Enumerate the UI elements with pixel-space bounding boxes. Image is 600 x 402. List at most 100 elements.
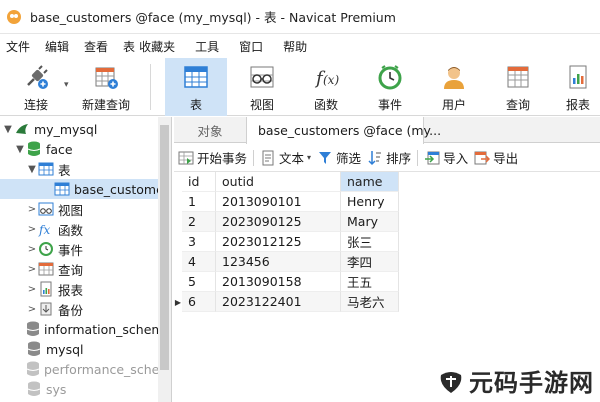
tree-item-base-customers[interactable]: base_customers [0, 179, 171, 199]
query-button[interactable]: 查询 [488, 58, 548, 116]
scrollbar-thumb[interactable] [160, 125, 169, 370]
report-button[interactable]: 报表 [556, 58, 600, 116]
tree-item-my-mysql[interactable]: ▼ my_mysql [0, 119, 160, 139]
view-button[interactable]: 视图 [232, 58, 292, 116]
column-header-name[interactable]: name [341, 172, 399, 192]
tree-item-information-schema[interactable]: information_schema [0, 319, 171, 339]
cell-outid[interactable]: 2023012125 [216, 232, 341, 252]
tree-arrow[interactable]: ▼ [26, 164, 38, 175]
table-row[interactable]: 3 2023012125 张三 [174, 232, 404, 252]
tree-label: 报表 [58, 282, 84, 298]
table-row[interactable]: 1 2013090101 Henry [174, 192, 404, 212]
cell-name[interactable]: 李四 [341, 252, 399, 272]
cell-outid[interactable]: 2023090125 [216, 212, 341, 232]
tree-item-functions[interactable]: > fx 函数 [0, 219, 160, 239]
tab-objects[interactable]: 对象 [174, 117, 246, 143]
tree-label: 表 [58, 162, 71, 178]
cell-id[interactable]: 2 [182, 212, 216, 232]
tree-item-events[interactable]: > 事件 [0, 239, 160, 259]
cell-name[interactable]: Mary [341, 212, 399, 232]
cell-name[interactable]: 马老六 [341, 292, 399, 312]
text-dropdown-icon[interactable]: ▾ [307, 153, 311, 162]
import-icon [424, 150, 440, 166]
tree-item-mysql[interactable]: mysql [0, 339, 160, 359]
tree-arrow[interactable]: > [26, 284, 38, 295]
current-row-arrow-icon: ▶ [174, 297, 182, 307]
tab-label: base_customers @face (my... [258, 123, 442, 138]
table-row[interactable]: ▶ 6 2023122401 马老六 [174, 292, 404, 312]
tree-item-backups[interactable]: > 备份 [0, 299, 160, 319]
table-label: 表 [189, 98, 202, 112]
new-query-button[interactable]: 新建查询 [76, 58, 136, 116]
menu-file[interactable]: 文件 [6, 38, 30, 55]
tree-item-reports[interactable]: > 报表 [0, 279, 160, 299]
tree-arrow[interactable]: ▼ [14, 144, 26, 155]
tree-arrow[interactable]: > [26, 244, 38, 255]
tree-item-views[interactable]: > 视图 [0, 199, 160, 219]
tree-item-performance-schema[interactable]: performance_schema [0, 359, 171, 379]
tree-label: my_mysql [34, 121, 98, 137]
tree-item-queries[interactable]: > 查询 [0, 259, 160, 279]
svg-text:fx: fx [38, 223, 50, 237]
tree-arrow[interactable]: ▼ [2, 124, 14, 135]
function-button[interactable]: f (x) 函数 [296, 58, 356, 116]
user-label: 用户 [441, 98, 466, 112]
tree-label: sys [46, 381, 67, 397]
menu-window[interactable]: 窗口 [239, 38, 263, 55]
database-icon [26, 361, 40, 377]
menu-help[interactable]: 帮助 [283, 38, 307, 55]
cell-name[interactable]: 王五 [341, 272, 399, 292]
navigator-scrollbar[interactable] [158, 117, 171, 402]
menu-bar: 文件 编辑 查看 表 收藏夹 工具 窗口 帮助 [0, 34, 600, 58]
cell-id[interactable]: 3 [182, 232, 216, 252]
toolbar-separator [150, 64, 151, 110]
cell-name[interactable]: 张三 [341, 232, 399, 252]
tree-item-sys[interactable]: sys [0, 379, 160, 399]
cell-id[interactable]: 1 [182, 192, 216, 212]
tree-item-face[interactable]: ▼ face [0, 139, 160, 159]
tree-item-tables[interactable]: ▼ 表 [0, 159, 160, 179]
cell-id[interactable]: 6 [182, 292, 216, 312]
menu-edit[interactable]: 编辑 [45, 38, 69, 55]
text-document-icon [260, 150, 276, 166]
connect-dropdown-icon[interactable]: ▾ [64, 80, 69, 90]
tree-arrow[interactable]: > [26, 224, 38, 235]
tab-bar: 对象 base_customers @face (my... [174, 117, 600, 144]
begin-transaction-button[interactable]: 开始事务 [178, 148, 247, 167]
export-button[interactable]: 导出 [474, 148, 518, 167]
cell-outid[interactable]: 123456 [216, 252, 341, 272]
table-row[interactable]: 4 123456 李四 [174, 252, 404, 272]
cell-outid[interactable]: 2023122401 [216, 292, 341, 312]
cell-id[interactable]: 4 [182, 252, 216, 272]
table-row[interactable]: 5 2013090158 王五 [174, 272, 404, 292]
transaction-icon [178, 150, 194, 166]
import-button[interactable]: 导入 [424, 148, 468, 167]
cell-outid[interactable]: 2013090101 [216, 192, 341, 212]
tree-arrow[interactable]: > [26, 264, 38, 275]
user-button[interactable]: 用户 [424, 58, 484, 116]
text-button[interactable]: 文本 ▾ [260, 148, 311, 167]
menu-table[interactable]: 表 [123, 38, 135, 55]
cell-name[interactable]: Henry [341, 192, 399, 212]
menu-favorites[interactable]: 收藏夹 [139, 38, 175, 55]
connect-button[interactable]: 连接 [10, 58, 62, 116]
cell-outid[interactable]: 2013090158 [216, 272, 341, 292]
view-icon [38, 201, 54, 217]
column-header-outid[interactable]: outid [216, 172, 341, 192]
table-row[interactable]: 2 2023090125 Mary [174, 212, 404, 232]
tree-arrow[interactable]: > [26, 304, 38, 315]
table-button[interactable]: 表 [165, 58, 227, 116]
menu-view[interactable]: 查看 [84, 38, 108, 55]
menu-tools[interactable]: 工具 [195, 38, 219, 55]
connect-label: 连接 [23, 98, 48, 112]
filter-label: 筛选 [336, 151, 362, 166]
filter-button[interactable]: 筛选 [317, 148, 361, 167]
tab-base-customers[interactable]: base_customers @face (my... [246, 117, 441, 144]
tree-arrow[interactable]: > [26, 204, 38, 215]
event-button[interactable]: 事件 [360, 58, 420, 116]
navicat-app-icon [7, 9, 21, 24]
watermark-text: 元码手游网 [469, 369, 594, 397]
column-header-id[interactable]: id [182, 172, 216, 192]
cell-id[interactable]: 5 [182, 272, 216, 292]
sort-button[interactable]: 排序 [367, 148, 411, 167]
